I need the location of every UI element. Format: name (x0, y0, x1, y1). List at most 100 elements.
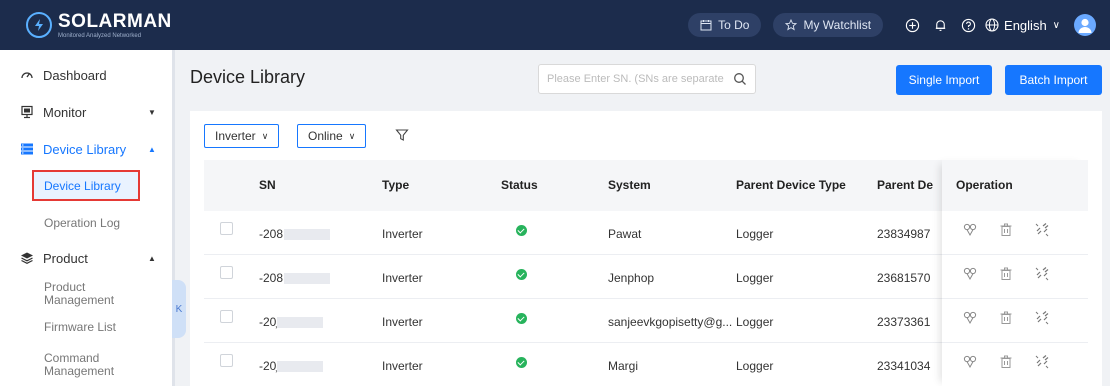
status-online-icon (516, 225, 527, 236)
status-online-icon (516, 269, 527, 280)
masked-sn-block (277, 361, 324, 373)
sidebar-item-device-library[interactable]: Device Library ▲ (0, 131, 172, 167)
row-checkbox[interactable] (220, 222, 233, 235)
chevron-down-icon: ∨ (348, 130, 356, 141)
operation-column: Operation (942, 160, 1088, 386)
column-header-status[interactable]: Status (501, 178, 538, 192)
page-title: Device Library (190, 67, 306, 87)
user-avatar[interactable] (1074, 14, 1096, 36)
sn-search (538, 64, 756, 94)
solarman-logo-icon (26, 12, 52, 38)
delete-icon[interactable] (998, 354, 1014, 370)
operation-cell (942, 255, 1088, 299)
sidebar-label-monitor: Monitor (43, 104, 87, 120)
single-import-button[interactable]: Single Import (896, 65, 992, 95)
masked-sn-block (277, 317, 324, 329)
sidebar-subitem-product-management[interactable]: Product Management (44, 281, 144, 307)
column-header-type[interactable]: Type (382, 178, 409, 192)
masked-sn-block (284, 273, 331, 285)
unbind-link-icon[interactable] (1034, 310, 1050, 326)
row-type: Inverter (382, 359, 423, 373)
sidebar-item-dashboard[interactable]: Dashboard (0, 57, 172, 93)
bell-icon[interactable] (929, 14, 951, 36)
status-online-icon (516, 313, 527, 324)
watchlist-label: My Watchlist (803, 18, 872, 32)
status-filter-dropdown[interactable]: Online ∨ (297, 124, 367, 148)
todo-button[interactable]: To Do (688, 13, 762, 37)
filter-icon[interactable] (395, 128, 409, 142)
masked-sn-block (284, 229, 331, 241)
row-type: Inverter (382, 227, 423, 241)
column-header-parent-device-sn[interactable]: Parent De (877, 178, 933, 192)
sidebar-label-product: Product (43, 250, 88, 266)
chevron-down-icon: ∨ (261, 130, 269, 141)
row-checkbox[interactable] (220, 310, 233, 323)
operation-cell (942, 211, 1088, 255)
list-icon (20, 142, 34, 156)
delete-icon[interactable] (998, 310, 1014, 326)
status-online-icon (516, 357, 527, 368)
caret-up-icon: ▲ (148, 144, 156, 154)
column-header-parent-device-type[interactable]: Parent Device Type (736, 178, 846, 192)
sidebar-subitem-command-management[interactable]: Command Management (44, 352, 144, 378)
sidebar-subitem-operation-log[interactable]: Operation Log (44, 217, 172, 230)
row-parent-type: Logger (736, 271, 774, 285)
sidebar-collapse-button[interactable]: K (172, 280, 186, 338)
device-table-card: Inverter ∨ Online ∨ SN Type Status Syste… (190, 111, 1102, 386)
search-icon[interactable] (731, 70, 749, 88)
caret-down-icon: ▼ (148, 107, 156, 117)
row-checkbox[interactable] (220, 266, 233, 279)
gauge-icon (20, 68, 34, 82)
sidebar-item-product[interactable]: Product ▲ (0, 240, 172, 276)
calendar-icon (700, 20, 712, 31)
brand-name: SOLARMAN (58, 10, 172, 32)
add-circle-icon[interactable] (901, 14, 923, 36)
sn-search-input[interactable] (547, 66, 731, 92)
type-filter-dropdown[interactable]: Inverter ∨ (204, 124, 280, 148)
delete-icon[interactable] (998, 222, 1014, 238)
brand-logo[interactable]: SOLARMAN Monitored Analyzed Networked (26, 12, 172, 39)
sidebar-sublabel-device-library: Device Library (44, 179, 121, 193)
delete-icon[interactable] (998, 266, 1014, 282)
view-detail-icon[interactable] (962, 310, 978, 326)
unbind-link-icon[interactable] (1034, 354, 1050, 370)
layers-icon (20, 251, 34, 265)
sidebar-item-monitor[interactable]: Monitor ▼ (0, 94, 172, 130)
chevron-left-icon: K (175, 303, 183, 315)
view-detail-icon[interactable] (962, 354, 978, 370)
view-detail-icon[interactable] (962, 266, 978, 282)
todo-label: To Do (718, 18, 750, 32)
view-detail-icon[interactable] (962, 222, 978, 238)
row-sn: -20̹ (259, 315, 324, 329)
star-icon (785, 19, 798, 31)
watchlist-button[interactable]: My Watchlist (773, 13, 884, 37)
column-header-system[interactable]: System (608, 178, 651, 192)
row-parent-type: Logger (736, 227, 774, 241)
language-selector[interactable]: English ∨ (985, 18, 1060, 33)
row-parent-sn: 23341034 (877, 359, 931, 373)
row-system: Pawat (608, 227, 642, 241)
sidebar-subitem-device-library[interactable]: Device Library (32, 170, 140, 201)
unbind-link-icon[interactable] (1034, 266, 1050, 282)
sidebar-subitem-firmware-list[interactable]: Firmware List (44, 321, 172, 334)
row-parent-sn: 23681570 (877, 271, 931, 285)
caret-up-icon: ▲ (148, 253, 156, 263)
row-sn: -208 (259, 227, 331, 241)
brand-tagline: Monitored Analyzed Networked (58, 32, 142, 39)
row-sn: -20̹ (259, 359, 324, 373)
column-header-sn[interactable]: SN (259, 178, 276, 192)
row-system: Margi (608, 359, 639, 373)
operation-cell (942, 343, 1088, 386)
row-system: sanjeevkgopisetty@g... (608, 315, 733, 329)
row-checkbox[interactable] (220, 354, 233, 367)
help-icon[interactable] (957, 14, 979, 36)
language-label: English (1004, 17, 1047, 33)
row-sn: -208 (259, 271, 331, 285)
column-header-operation: Operation (956, 178, 1013, 192)
sidebar-label-device-library: Device Library (43, 141, 127, 157)
batch-import-button[interactable]: Batch Import (1005, 65, 1102, 95)
row-system: Jenphop (608, 271, 655, 285)
row-parent-type: Logger (736, 315, 774, 329)
status-filter-value: Online (308, 129, 343, 143)
unbind-link-icon[interactable] (1034, 222, 1050, 238)
